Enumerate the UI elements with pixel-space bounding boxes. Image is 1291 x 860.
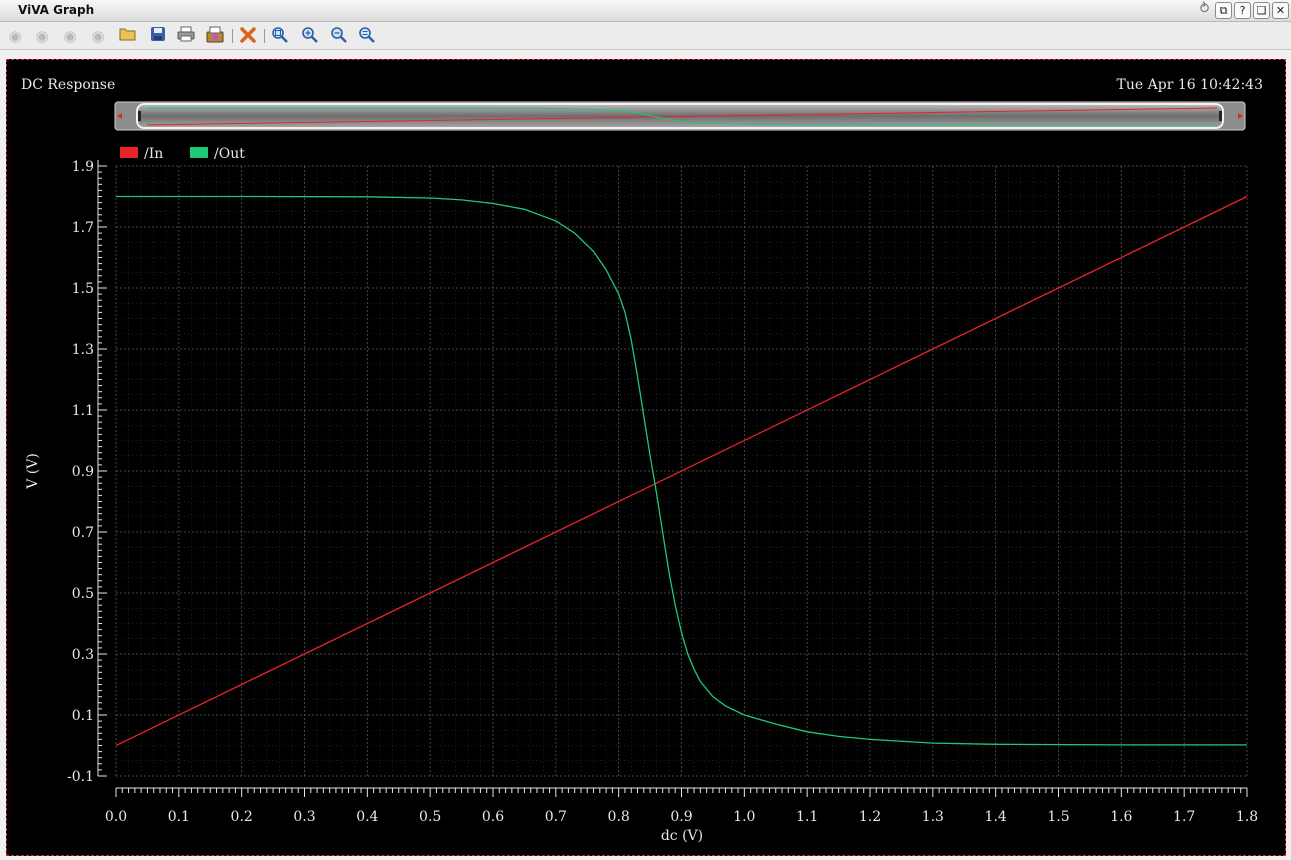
y-tick-label: 0.9 xyxy=(72,464,94,480)
y-tick-label: 0.5 xyxy=(72,586,94,602)
x-tick-label: 0.6 xyxy=(482,809,504,825)
x-tick-label: 1.5 xyxy=(1047,809,1069,825)
x-tick-label: 0.3 xyxy=(293,809,315,825)
legend-swatch-out[interactable] xyxy=(190,147,208,158)
open-folder-icon[interactable] xyxy=(118,26,138,46)
y-tick-label: -0.1 xyxy=(67,769,94,785)
x-tick-label: 1.2 xyxy=(859,809,881,825)
x-tick-label: 0.2 xyxy=(231,809,253,825)
x-tick-label: 0.1 xyxy=(168,809,190,825)
toolbar-separator xyxy=(232,29,233,43)
toolbar-separator-2 xyxy=(264,29,265,43)
window-controls: ⥁ ⧉ ? ❏ ✕ xyxy=(1196,2,1289,19)
overview-right-grip[interactable] xyxy=(1219,111,1222,121)
x-tick-label: 0.9 xyxy=(670,809,692,825)
window-titlebar: ViVA Graph ⥁ ⧉ ? ❏ ✕ xyxy=(0,0,1291,22)
nav-forward-icon[interactable]: ◉ xyxy=(32,26,52,46)
save-icon[interactable] xyxy=(148,26,168,46)
restore-icon[interactable]: ❏ xyxy=(1253,2,1270,19)
y-tick-label: 0.7 xyxy=(72,525,94,541)
help-icon[interactable]: ? xyxy=(1234,2,1251,19)
x-tick-label: 1.3 xyxy=(922,809,944,825)
x-tick-label: 0.8 xyxy=(608,809,630,825)
y-tick-label: 1.5 xyxy=(72,281,94,297)
x-tick-label: 0.4 xyxy=(356,809,378,825)
nav-back-icon[interactable]: ◉ xyxy=(5,26,25,46)
y-tick-label: 0.3 xyxy=(72,647,94,663)
window-title: ViVA Graph xyxy=(18,3,95,17)
legend-label-in[interactable]: /In xyxy=(144,146,163,162)
y-tick-label: 1.9 xyxy=(72,159,94,175)
x-tick-label: 1.0 xyxy=(733,809,755,825)
x-tick-label: 0.0 xyxy=(105,809,127,825)
close-icon[interactable]: ✕ xyxy=(1272,2,1289,19)
legend-label-out[interactable]: /Out xyxy=(214,146,245,162)
y-tick-label: 1.1 xyxy=(72,403,94,419)
legend-swatch-in[interactable] xyxy=(120,147,138,158)
x-tick-label: 1.1 xyxy=(796,809,818,825)
print-preview-icon[interactable] xyxy=(205,26,225,46)
undock-icon[interactable]: ⧉ xyxy=(1215,2,1232,19)
nav-up-icon[interactable]: ◉ xyxy=(60,26,80,46)
x-tick-label: 1.4 xyxy=(985,809,1007,825)
zoom-in-icon[interactable] xyxy=(300,26,320,46)
dc-response-chart[interactable]: 0.0 0.1 0.2 0.3 0.4 0.5 0.6 0.7 0.8 0.9 1.0 1.1 1.2 1… xyxy=(7,60,1285,855)
zoom-fit-icon[interactable] xyxy=(270,26,290,46)
y-tick-label: 0.1 xyxy=(72,708,94,724)
delete-icon[interactable] xyxy=(238,26,258,46)
x-tick-label: 0.5 xyxy=(419,809,441,825)
x-tick-label: 1.8 xyxy=(1236,809,1258,825)
nav-down-icon[interactable]: ◉ xyxy=(88,26,108,46)
y-tick-label: 1.7 xyxy=(72,220,94,236)
overview-scrollbar[interactable] xyxy=(114,101,1246,131)
graph-window: DC Response Tue Apr 16 10:42:43 0.0 0.1 0.… xyxy=(6,59,1286,856)
overview-left-grip[interactable] xyxy=(138,111,141,121)
print-icon[interactable] xyxy=(176,26,196,46)
y-tick-label: 1.3 xyxy=(72,342,94,358)
tools-icon[interactable]: ⥁ xyxy=(1196,2,1213,19)
x-axis-label: dc (V) xyxy=(661,828,703,844)
x-tick-label: 1.6 xyxy=(1110,809,1132,825)
x-tick-label: 1.7 xyxy=(1173,809,1195,825)
zoom-box-icon[interactable] xyxy=(357,26,377,46)
graph-toolbar: ◉ ◉ ◉ ◉ xyxy=(0,22,1291,50)
x-tick-label: 0.7 xyxy=(545,809,567,825)
y-axis-label: V (V) xyxy=(25,453,41,490)
zoom-out-icon[interactable] xyxy=(329,26,349,46)
